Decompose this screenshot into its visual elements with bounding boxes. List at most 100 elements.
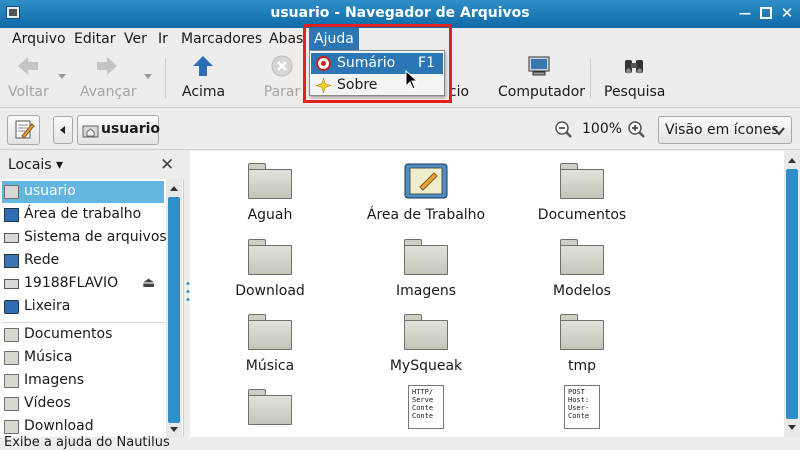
menu-abas[interactable]: Abas [269, 31, 303, 47]
up-arrow-icon [191, 54, 215, 78]
stop-icon [270, 54, 294, 78]
sidebar-item-drive[interactable]: 19188FLAVIO ⏏ [2, 273, 164, 295]
folder-icon [4, 397, 19, 411]
sidebar-item-videos[interactable]: Vídeos [2, 393, 164, 415]
sidebar-item-usuario[interactable]: usuario [2, 181, 164, 203]
folder-icon [248, 163, 292, 199]
scroll-up-icon[interactable] [166, 181, 182, 195]
folder-icon [560, 314, 604, 350]
sidebar-item-network[interactable]: Rede [2, 250, 164, 272]
status-text: Exibe a ajuda do Nautilus [4, 435, 170, 450]
window-title: usuario - Navegador de Arquivos [270, 5, 530, 21]
highlight-annotation-box [303, 24, 452, 103]
computer-icon [527, 54, 551, 78]
filesystem-icon [4, 233, 19, 243]
back-arrow-icon [16, 54, 40, 78]
sidebar-item-imagens[interactable]: Imagens [2, 370, 164, 392]
toolbar-separator [590, 58, 591, 98]
file-item[interactable]: Aguah [195, 163, 345, 223]
sidebar-item-filesystem[interactable]: Sistema de arquivos [2, 227, 167, 249]
toolbar-separator [165, 58, 166, 98]
crumb-label: usuario [101, 121, 161, 137]
network-icon [4, 254, 19, 268]
computer-button[interactable]: Computador [498, 54, 585, 100]
sidebar-scroll-thumb[interactable] [168, 197, 180, 423]
menu-arquivo[interactable]: Arquivo [12, 31, 66, 47]
home-folder-icon [4, 185, 19, 199]
scroll-down-icon[interactable] [784, 421, 800, 435]
close-sidebar-icon[interactable]: ✕ [160, 155, 174, 175]
sidebar-places-dropdown[interactable]: Locais ▾ [8, 157, 63, 173]
folder-icon [248, 239, 292, 275]
zoom-out-icon[interactable] [555, 121, 573, 143]
file-item[interactable]: Imagens [351, 239, 501, 299]
sidebar-item-documentos[interactable]: Documentos [2, 324, 164, 346]
chevron-left-icon [60, 126, 65, 134]
file-item[interactable]: Download [195, 239, 345, 299]
view-mode-select[interactable]: Visão em ícones [658, 116, 792, 144]
drive-icon [4, 279, 19, 289]
zoom-in-icon[interactable] [628, 121, 646, 143]
toggle-location-button[interactable] [7, 115, 40, 145]
folder-icon [4, 420, 19, 434]
back-button[interactable]: Voltar [8, 54, 49, 100]
menu-editar[interactable]: Editar [74, 31, 115, 47]
file-item[interactable]: Música [195, 314, 345, 374]
menu-marcadores[interactable]: Marcadores [181, 31, 262, 47]
forward-button[interactable]: Avançar [80, 54, 137, 100]
file-item[interactable]: Área de Trabalho [351, 163, 501, 223]
search-button[interactable]: Pesquisa [604, 54, 665, 100]
file-item[interactable]: tmp [507, 314, 657, 374]
sidebar-separator [2, 322, 164, 323]
text-file-icon: POST Host: User- Conte [564, 385, 600, 429]
folder-icon [560, 163, 604, 199]
chevron-down-icon [773, 127, 785, 136]
sidebar-item-desktop[interactable]: Área de trabalho [2, 204, 164, 226]
menu-ver[interactable]: Ver [124, 31, 147, 47]
folder-icon [248, 389, 292, 425]
folder-icon [404, 314, 448, 350]
file-item[interactable]: Modelos [507, 239, 657, 299]
minimize-icon[interactable]: — [738, 6, 752, 20]
file-view[interactable]: Aguah Área de Trabalho Documentos Downlo… [190, 151, 784, 437]
file-view-scrollbar[interactable] [784, 151, 800, 437]
desktop-icon [4, 208, 19, 222]
folder-icon [248, 314, 292, 350]
file-item[interactable]: Documentos [507, 163, 657, 223]
location-bar: usuario 100% Visão em ícones [0, 108, 800, 150]
folder-icon [404, 239, 448, 275]
text-file-icon: HTTP/ Serve Conte Conte [408, 385, 444, 429]
sidebar-item-musica[interactable]: Música [2, 347, 164, 369]
forward-arrow-icon [95, 54, 119, 78]
menu-ir[interactable]: Ir [158, 31, 168, 47]
file-item[interactable]: HTTP/ Serve Conte Conte [351, 385, 501, 429]
scroll-up-icon[interactable] [784, 153, 800, 167]
file-item[interactable]: POST Host: User- Conte [507, 385, 657, 429]
folder-icon [560, 239, 604, 275]
folder-icon [4, 374, 19, 388]
file-item[interactable] [195, 389, 345, 425]
eject-icon[interactable]: ⏏ [142, 275, 155, 291]
sidebar-scrollbar[interactable] [166, 179, 182, 437]
status-bar: Exibe a ajuda do Nautilus [0, 435, 800, 450]
splitter-grip-icon: • • • [185, 279, 191, 306]
trash-icon [4, 300, 19, 314]
maximize-icon[interactable] [759, 6, 773, 20]
desktop-folder-icon [404, 163, 448, 199]
up-button[interactable]: Acima [182, 54, 225, 100]
sidebar-item-trash[interactable]: Lixeira [2, 296, 164, 318]
folder-icon [4, 328, 19, 342]
forward-history-icon[interactable] [144, 74, 152, 79]
close-window-icon[interactable]: ✕ [780, 6, 794, 21]
binoculars-icon [622, 54, 646, 78]
back-history-icon[interactable] [58, 74, 66, 79]
zoom-level[interactable]: 100% [582, 121, 622, 137]
file-item[interactable]: MySqueak [351, 314, 501, 374]
stop-button[interactable]: Parar [262, 54, 302, 100]
path-back-button[interactable] [53, 116, 73, 144]
sidebar-header: Locais ▾ ✕ [0, 151, 184, 179]
home-folder-icon [82, 125, 99, 138]
edit-location-icon [15, 120, 35, 139]
folder-icon [4, 351, 19, 365]
file-view-scroll-thumb[interactable] [786, 169, 798, 419]
